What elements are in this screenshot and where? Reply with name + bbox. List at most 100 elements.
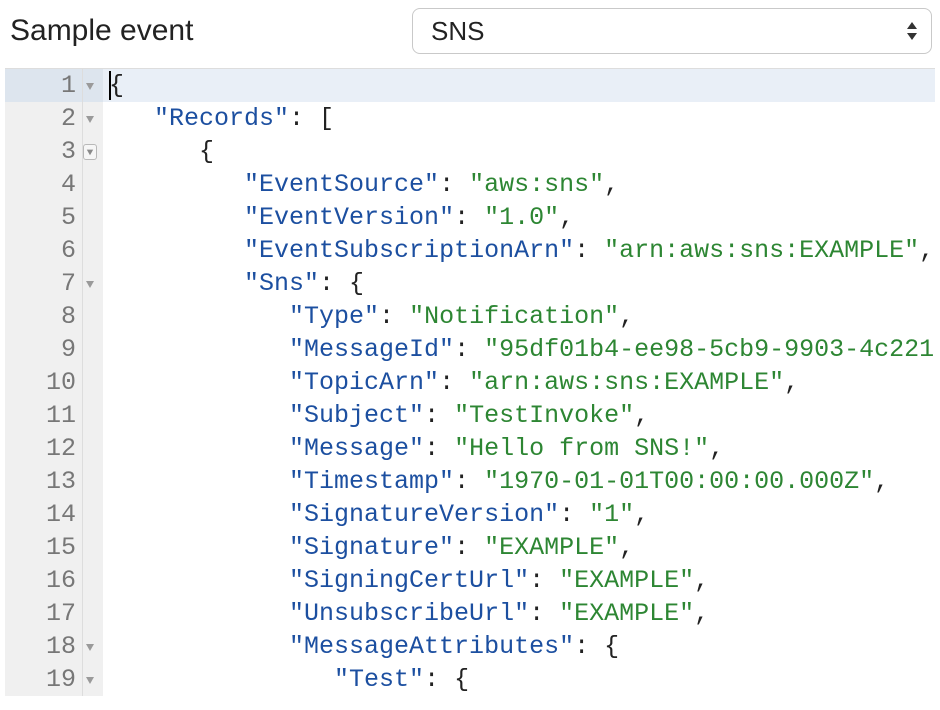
fold-cell — [83, 432, 103, 465]
code-line[interactable]: "Timestamp": "1970-01-01T00:00:00.000Z", — [103, 465, 935, 498]
fold-cell — [83, 267, 103, 300]
json-punct: , — [634, 401, 649, 430]
json-string: "1" — [589, 500, 634, 529]
line-number[interactable]: 4 — [5, 168, 82, 201]
line-number[interactable]: 13 — [5, 465, 82, 498]
json-punct: , — [784, 368, 799, 397]
line-number[interactable]: 8 — [5, 300, 82, 333]
code-line[interactable]: "SigningCertUrl": "EXAMPLE", — [103, 564, 935, 597]
line-number[interactable]: 7 — [5, 267, 82, 300]
json-key: "Subject" — [289, 401, 424, 430]
line-number[interactable]: 2 — [5, 102, 82, 135]
json-punct: , — [709, 434, 724, 463]
json-string: "1.0" — [484, 203, 559, 232]
fold-arrow-open-icon[interactable] — [85, 642, 95, 652]
code-line[interactable]: "TopicArn": "arn:aws:sns:EXAMPLE", — [103, 366, 935, 399]
line-number[interactable]: 17 — [5, 597, 82, 630]
line-number[interactable]: 14 — [5, 498, 82, 531]
text-cursor — [109, 71, 111, 100]
header-bar: Sample event SNS — [0, 0, 940, 68]
fold-cell — [83, 234, 103, 267]
line-number[interactable]: 9 — [5, 333, 82, 366]
fold-cell — [83, 531, 103, 564]
code-line[interactable]: "Type": "Notification", — [103, 300, 935, 333]
json-key: "Type" — [289, 302, 379, 331]
json-punct: : — [454, 533, 484, 562]
json-punct: : — [439, 368, 469, 397]
line-number[interactable]: 12 — [5, 432, 82, 465]
json-punct: : — [454, 467, 484, 496]
code-line[interactable]: "UnsubscribeUrl": "EXAMPLE", — [103, 597, 935, 630]
code-line[interactable]: { — [103, 135, 935, 168]
fold-gutter[interactable] — [83, 69, 103, 696]
fold-arrow-open-icon[interactable] — [85, 81, 95, 91]
code-line[interactable]: "Test": { — [103, 663, 935, 696]
fold-cell — [83, 201, 103, 234]
code-line[interactable]: "EventVersion": "1.0", — [103, 201, 935, 234]
fold-toggle-box-icon[interactable] — [83, 144, 97, 160]
code-line[interactable]: "MessageId": "95df01b4-ee98-5cb9-9903-4c… — [103, 333, 935, 366]
fold-cell — [83, 498, 103, 531]
fold-cell — [83, 300, 103, 333]
json-punct: : — [424, 401, 454, 430]
json-punct: , — [559, 203, 574, 232]
fold-arrow-open-icon[interactable] — [85, 675, 95, 685]
json-key: "Signature" — [289, 533, 454, 562]
code-line[interactable]: "EventSource": "aws:sns", — [103, 168, 935, 201]
line-number[interactable]: 16 — [5, 564, 82, 597]
json-punct: , — [694, 566, 709, 595]
code-editor[interactable]: 12345678910111213141516171819 { "Records… — [5, 68, 935, 696]
json-punct: : { — [424, 665, 469, 694]
json-string: "arn:aws:sns:EXAMPLE" — [469, 368, 784, 397]
fold-cell — [83, 69, 103, 102]
event-template-select-value: SNS — [431, 16, 484, 47]
fold-cell — [83, 663, 103, 696]
code-line[interactable]: "Message": "Hello from SNS!", — [103, 432, 935, 465]
line-number[interactable]: 15 — [5, 531, 82, 564]
json-key: "MessageId" — [289, 335, 454, 364]
code-line[interactable]: "Sns": { — [103, 267, 935, 300]
fold-arrow-open-icon[interactable] — [85, 114, 95, 124]
fold-cell — [83, 168, 103, 201]
line-number-gutter[interactable]: 12345678910111213141516171819 — [5, 69, 83, 696]
json-key: "Records" — [154, 104, 289, 133]
code-line[interactable]: "Subject": "TestInvoke", — [103, 399, 935, 432]
line-number[interactable]: 18 — [5, 630, 82, 663]
json-punct: , — [619, 533, 634, 562]
fold-arrow-open-icon[interactable] — [85, 279, 95, 289]
json-punct: , — [874, 467, 889, 496]
code-line[interactable]: { — [103, 69, 935, 102]
json-punct: { — [199, 137, 214, 166]
fold-cell — [83, 366, 103, 399]
json-string: "EXAMPLE" — [559, 599, 694, 628]
json-string: "1970-01-01T00:00:00.000Z" — [484, 467, 874, 496]
json-string: "arn:aws:sns:EXAMPLE" — [604, 236, 919, 265]
line-number[interactable]: 10 — [5, 366, 82, 399]
json-string: "Notification" — [409, 302, 619, 331]
json-punct: : { — [574, 632, 619, 661]
json-punct: , — [619, 302, 634, 331]
json-punct: : — [454, 335, 484, 364]
event-template-select[interactable]: SNS — [412, 8, 932, 54]
code-line[interactable]: "SignatureVersion": "1", — [103, 498, 935, 531]
json-string: "95df01b4-ee98-5cb9-9903-4c221d41eb5 — [484, 335, 935, 364]
line-number[interactable]: 3 — [5, 135, 82, 168]
code-area[interactable]: { "Records": [ { "EventSource": "aws:sns… — [103, 69, 935, 696]
json-string: "aws:sns" — [469, 170, 604, 199]
json-punct: : { — [319, 269, 364, 298]
sample-event-label: Sample event — [8, 14, 193, 48]
line-number[interactable]: 6 — [5, 234, 82, 267]
line-number[interactable]: 19 — [5, 663, 82, 696]
fold-cell — [83, 564, 103, 597]
code-line[interactable]: "EventSubscriptionArn": "arn:aws:sns:EXA… — [103, 234, 935, 267]
json-key: "EventVersion" — [244, 203, 454, 232]
json-punct: : — [529, 599, 559, 628]
line-number[interactable]: 5 — [5, 201, 82, 234]
line-number[interactable]: 11 — [5, 399, 82, 432]
code-line[interactable]: "Records": [ — [103, 102, 935, 135]
json-punct: : [ — [289, 104, 334, 133]
line-number[interactable]: 1 — [5, 69, 82, 102]
code-line[interactable]: "Signature": "EXAMPLE", — [103, 531, 935, 564]
code-line[interactable]: "MessageAttributes": { — [103, 630, 935, 663]
fold-cell — [83, 465, 103, 498]
